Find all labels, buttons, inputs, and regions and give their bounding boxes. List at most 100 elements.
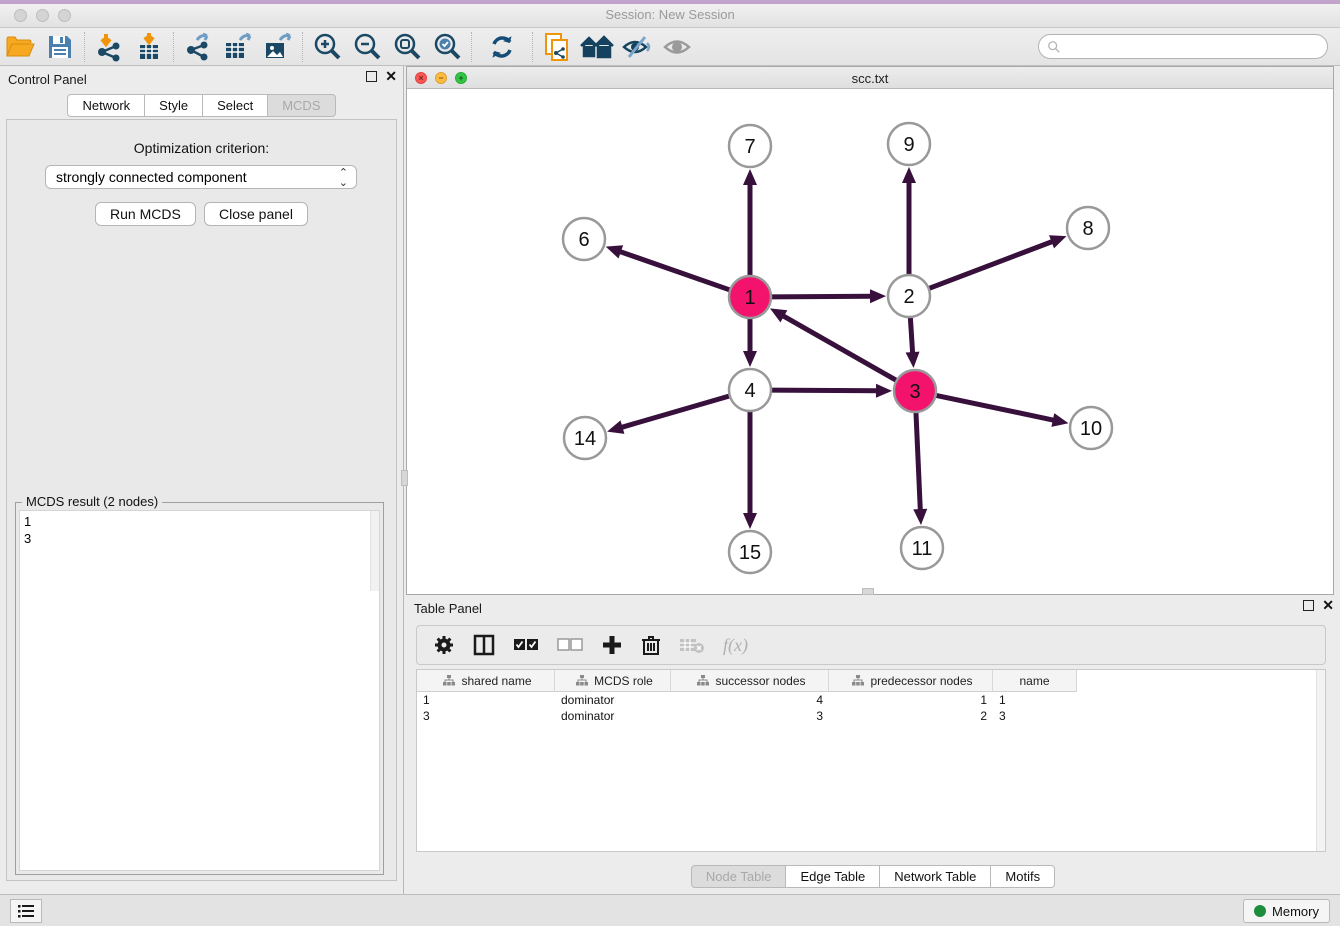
graph-edge-2-3[interactable] [910,317,912,354]
tab-network-table[interactable]: Network Table [880,865,991,888]
graph-edge-2-8[interactable] [929,241,1054,288]
control-panel-tabs: Network Style Select MCDS [0,94,403,117]
graph-edge-4-14[interactable] [621,396,730,428]
horizontal-splitter-handle[interactable] [862,588,874,595]
tab-select[interactable]: Select [203,94,268,117]
graph-edge-4-3[interactable] [771,390,878,391]
tab-edge-table[interactable]: Edge Table [786,865,880,888]
refresh-icon[interactable] [482,30,522,64]
zoom-in-icon[interactable] [307,30,347,64]
export-image-icon[interactable] [258,30,298,64]
select-all-icon[interactable] [513,638,539,652]
open-folder-icon[interactable] [0,30,40,64]
search-field[interactable] [1038,34,1328,59]
mcds-result-scrollbar[interactable] [370,511,379,591]
network-window-title: scc.txt [407,71,1333,86]
mcds-panel-content: Optimization criterion: strongly connect… [6,119,397,881]
close-panel-icon[interactable]: ✕ [385,71,397,82]
table-panel-title: Table Panel [414,601,482,616]
float-table-panel-icon[interactable] [1303,600,1314,611]
task-history-button[interactable] [10,899,42,923]
graph-edge-1-2[interactable] [771,296,872,297]
tab-motifs[interactable]: Motifs [991,865,1055,888]
table-row[interactable]: 1dominator411 [417,692,1325,708]
mcds-result-group: MCDS result (2 nodes) 1 3 [15,502,384,875]
graph-edge-3-1[interactable] [782,315,897,380]
tab-node-table[interactable]: Node Table [691,865,787,888]
graph-edge-3-10[interactable] [936,395,1055,420]
mcds-result-text[interactable]: 1 3 [19,510,380,871]
export-table-icon[interactable] [218,30,258,64]
search-input[interactable] [1061,39,1327,54]
table-cell[interactable]: 1 [417,692,555,708]
control-panel-title: Control Panel [8,72,87,87]
home-icon[interactable] [577,30,617,64]
table-cell[interactable]: dominator [555,692,671,708]
table-scrollbar[interactable] [1316,670,1325,851]
table-cell[interactable]: 1 [993,692,1077,708]
graph-node-label-10: 10 [1080,418,1102,440]
import-network-icon[interactable] [89,30,129,64]
column-header-shared-name[interactable]: shared name [417,670,555,692]
table-cell[interactable]: 3 [671,708,829,724]
table-toolbar: f(x) [416,625,1326,665]
graph-edge-arrowhead [1049,235,1066,248]
table-cell[interactable]: 3 [993,708,1077,724]
window-titlebar: Session: New Session [0,0,1340,28]
graph-edge-arrowhead [606,245,623,258]
run-mcds-button[interactable]: Run MCDS [95,202,196,226]
table-cell[interactable]: 3 [417,708,555,724]
clone-network-icon[interactable] [537,30,577,64]
table-cell[interactable]: dominator [555,708,671,724]
import-table-icon[interactable] [129,30,169,64]
table-row[interactable]: 3dominator323 [417,708,1325,724]
close-panel-button[interactable]: Close panel [204,202,308,226]
graph-edge-arrowhead [1051,413,1068,427]
column-header-predecessor-nodes[interactable]: predecessor nodes [829,670,993,692]
table-cell[interactable]: 1 [829,692,993,708]
float-panel-icon[interactable] [366,71,377,82]
export-network-icon[interactable] [178,30,218,64]
zoom-out-icon[interactable] [347,30,387,64]
graph-edge-1-6[interactable] [619,251,730,290]
network-window-titlebar[interactable]: × − + scc.txt [407,67,1333,89]
column-header-name[interactable]: name [993,670,1077,692]
show-columns-icon[interactable] [473,634,495,656]
table-panel: Table Panel ✕ f(x) shared nameMCDS rol [406,595,1340,894]
graph-node-label-1: 1 [744,287,755,309]
control-panel: Control Panel ✕ Network Style Select MCD… [0,66,404,894]
deselect-all-icon[interactable] [557,638,583,652]
main-toolbar [0,28,1340,66]
table-panel-header: Table Panel ✕ [406,595,1340,621]
graph-edge-arrowhead [913,509,927,525]
memory-status-icon [1254,905,1266,917]
memory-button[interactable]: Memory [1243,899,1330,923]
delete-row-icon[interactable] [641,634,661,656]
network-graph-canvas[interactable]: 7968124314101511 [407,89,1333,594]
column-header-MCDS-role[interactable]: MCDS role [555,670,671,692]
graph-node-label-8: 8 [1082,218,1093,240]
gear-icon[interactable] [433,634,455,656]
graph-edge-arrowhead [876,384,892,398]
graph-node-label-2: 2 [903,286,914,308]
tab-style[interactable]: Style [145,94,203,117]
table-cell[interactable]: 2 [829,708,993,724]
show-selected-eye-icon[interactable] [657,30,697,64]
tab-network[interactable]: Network [67,94,145,117]
vertical-splitter-handle[interactable] [401,470,408,486]
close-table-panel-icon[interactable]: ✕ [1322,600,1334,611]
hide-selected-eye-icon[interactable] [617,30,657,64]
graph-edge-arrowhead [902,167,916,183]
zoom-fit-icon[interactable] [387,30,427,64]
save-session-icon[interactable] [40,30,80,64]
function-builder-icon: f(x) [723,635,748,656]
column-header-successor-nodes[interactable]: successor nodes [671,670,829,692]
table-cell[interactable]: 4 [671,692,829,708]
graph-edge-3-11[interactable] [916,412,920,511]
optimization-criterion-select[interactable]: strongly connected component ⌃⌄ [45,165,357,189]
graph-node-label-7: 7 [744,136,755,158]
graph-node-label-14: 14 [574,428,596,450]
add-row-icon[interactable] [601,634,623,656]
zoom-selected-icon[interactable] [427,30,467,64]
tab-mcds[interactable]: MCDS [268,94,335,117]
